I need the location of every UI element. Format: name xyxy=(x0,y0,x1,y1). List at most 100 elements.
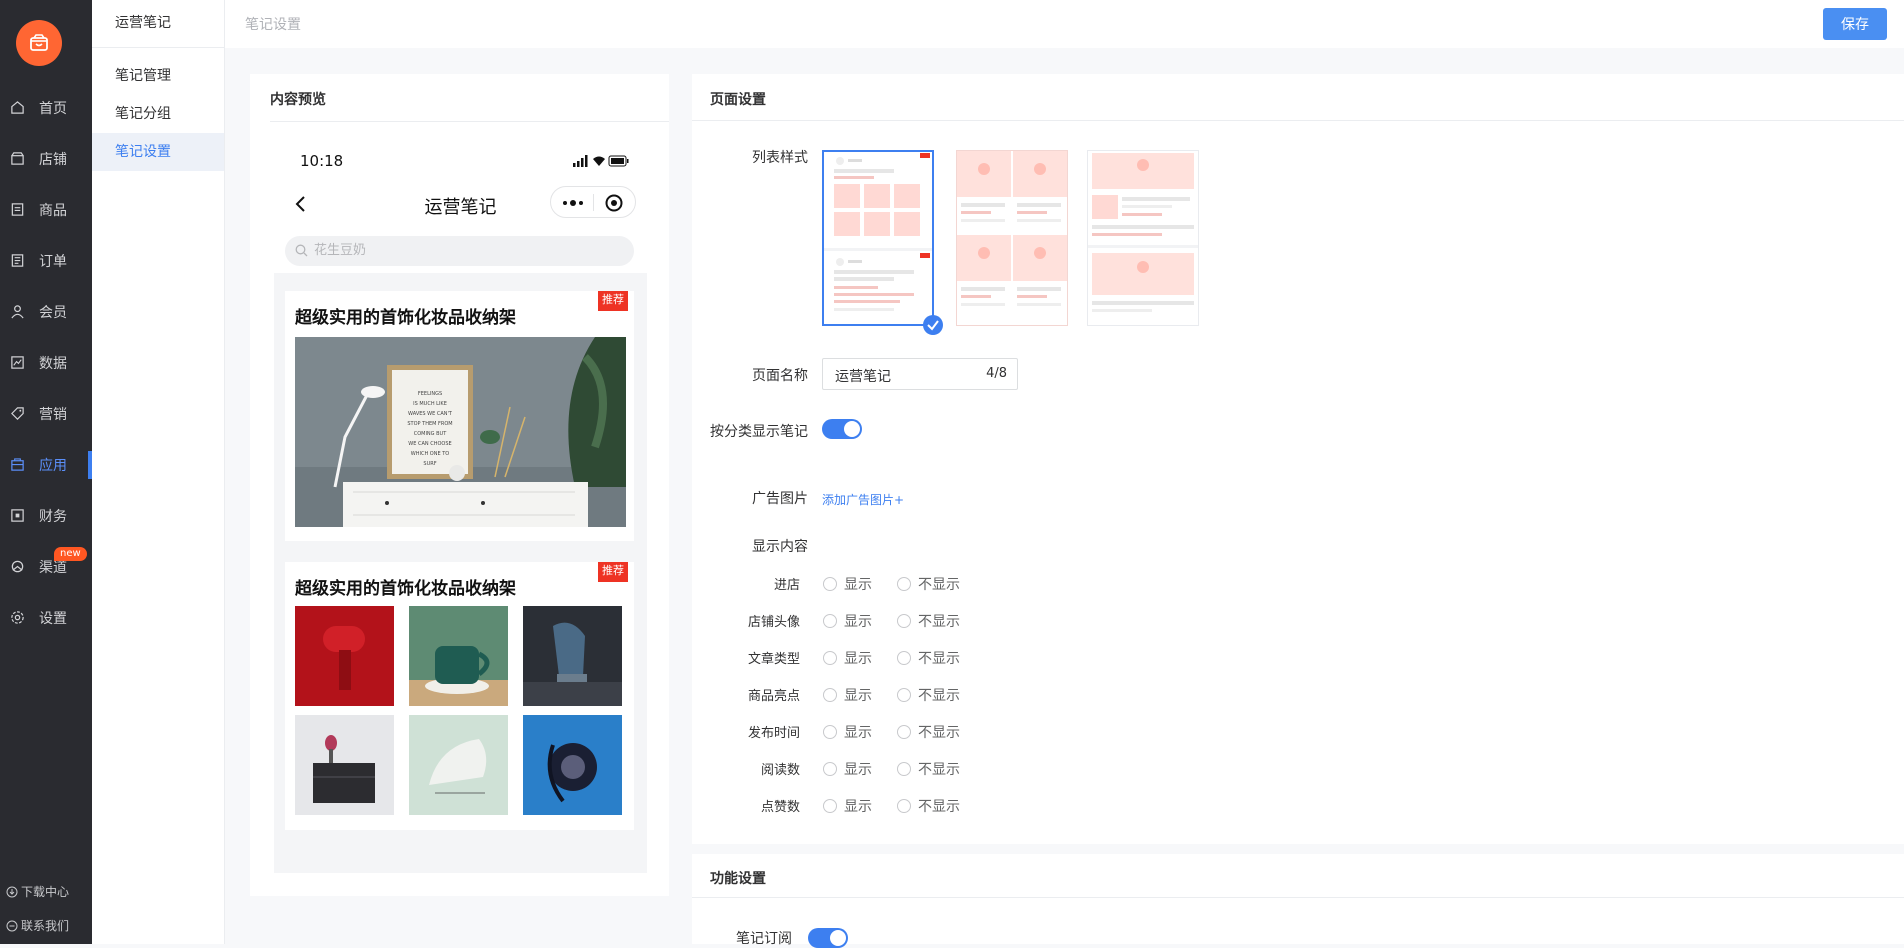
settings-icon xyxy=(11,611,24,624)
enter-store-show-radio[interactable]: 显示 xyxy=(823,574,872,594)
sidebar-item-label: 首页 xyxy=(39,100,67,117)
svg-text:WHICH ONE TO: WHICH ONE TO xyxy=(411,451,449,457)
sidebar-item-label: 店铺 xyxy=(39,151,67,168)
selected-check-icon xyxy=(923,315,943,335)
search-placeholder: 花生豆奶 xyxy=(314,243,367,258)
sidebar-item-label: 营销 xyxy=(39,406,67,423)
display-row-read-count: 阅读数 xyxy=(760,763,800,778)
product-hairdryer-image xyxy=(295,606,394,706)
shop-bag-icon[interactable] xyxy=(16,20,62,66)
svg-text:WAVES WE CAN'T: WAVES WE CAN'T xyxy=(408,411,453,417)
page-name-label: 页面名称 xyxy=(752,368,808,384)
new-badge: new xyxy=(54,547,87,561)
capsule-menu[interactable] xyxy=(550,186,636,218)
search-icon xyxy=(295,244,308,257)
member-icon xyxy=(11,305,24,319)
sub-nav: 运营笔记 笔记管理 笔记分组 笔记设置 xyxy=(92,0,225,944)
read-count-hide-radio[interactable]: 不显示 xyxy=(897,759,960,779)
sub-nav-note-settings[interactable]: 笔记设置 xyxy=(92,133,224,171)
recommend-tag: 推荐 xyxy=(598,562,628,582)
preview-title: 内容预览 xyxy=(270,92,326,108)
sidebar-item-home[interactable]: 首页 xyxy=(0,82,92,133)
display-row-product-highlight: 商品亮点 xyxy=(747,689,800,704)
finance-icon xyxy=(11,509,24,522)
product-cabinet-image xyxy=(295,715,394,815)
article-type-hide-radio[interactable]: 不显示 xyxy=(897,648,960,668)
function-settings-card: 功能设置 笔记订阅 xyxy=(692,854,1904,948)
status-time: 10:18 xyxy=(300,152,344,170)
page-name-input[interactable]: 运营笔记 4/8 xyxy=(822,358,1018,390)
data-icon xyxy=(11,356,24,369)
display-row-like-count: 点赞数 xyxy=(760,800,800,815)
post-cover-image: FEELINGS IS MUCH LIKE WAVES WE CAN'T STO… xyxy=(295,337,626,527)
product-highlight-show-radio[interactable]: 显示 xyxy=(823,685,872,705)
by-category-toggle[interactable] xyxy=(822,419,862,439)
sidebar-item-settings[interactable]: 设置 xyxy=(0,592,92,643)
svg-text:WE CAN CHOOSE: WE CAN CHOOSE xyxy=(408,441,451,447)
note-subscribe-toggle[interactable] xyxy=(808,928,848,948)
recommend-tag: 推荐 xyxy=(598,291,628,311)
svg-text:SURF: SURF xyxy=(423,461,436,467)
close-target-icon[interactable] xyxy=(605,194,623,212)
contact-us-link[interactable]: 联系我们 xyxy=(6,917,69,934)
publish-time-show-radio[interactable]: 显示 xyxy=(823,722,872,742)
phone-preview: 10:18 运营笔记 花生豆奶 超级实用的首饰化妆品收纳架 推荐 FEELING… xyxy=(274,143,647,873)
sidebar-item-goods[interactable]: 商品 xyxy=(0,184,92,235)
enter-store-hide-radio[interactable]: 不显示 xyxy=(897,574,960,594)
preview-search-input[interactable]: 花生豆奶 xyxy=(285,236,634,266)
product-highlight-hide-radio[interactable]: 不显示 xyxy=(897,685,960,705)
svg-text:FEELINGS: FEELINGS xyxy=(418,391,442,397)
page-name-counter: 4/8 xyxy=(986,366,1007,381)
preview-post-2: 超级实用的首饰化妆品收纳架 推荐 xyxy=(285,562,634,830)
like-count-hide-radio[interactable]: 不显示 xyxy=(897,796,960,816)
page-name-value: 运营笔记 xyxy=(835,369,891,385)
display-row-article-type: 文章类型 xyxy=(747,652,800,667)
list-style-label: 列表样式 xyxy=(752,150,808,166)
home-icon xyxy=(11,101,24,114)
sidebar-item-label: 财务 xyxy=(39,508,67,525)
save-button[interactable]: 保存 xyxy=(1823,8,1887,40)
download-center-link[interactable]: 下载中心 xyxy=(6,883,69,900)
apps-icon xyxy=(11,458,24,471)
store-avatar-hide-radio[interactable]: 不显示 xyxy=(897,611,960,631)
by-category-label: 按分类显示笔记 xyxy=(710,424,808,440)
sidebar-item-members[interactable]: 会员 xyxy=(0,286,92,337)
product-earphone-image xyxy=(523,715,622,815)
sidebar-item-channel[interactable]: 渠道 new xyxy=(0,541,92,592)
list-style-option-3[interactable] xyxy=(1087,150,1199,326)
marketing-icon xyxy=(11,407,24,420)
sidebar-item-label: 设置 xyxy=(39,610,67,627)
sidebar-item-orders[interactable]: 订单 xyxy=(0,235,92,286)
sidebar-item-apps[interactable]: 应用 xyxy=(0,439,92,490)
like-count-show-radio[interactable]: 显示 xyxy=(823,796,872,816)
add-ad-image-link[interactable]: 添加广告图片+ xyxy=(822,491,904,508)
sidebar-item-label: 商品 xyxy=(39,202,67,219)
sidebar-item-label: 会员 xyxy=(39,304,67,321)
sub-nav-title: 运营笔记 xyxy=(92,0,224,48)
phone-header: 10:18 运营笔记 花生豆奶 xyxy=(274,143,647,273)
sub-nav-note-groups[interactable]: 笔记分组 xyxy=(92,95,224,133)
product-lounger-image xyxy=(409,715,508,815)
sidebar-item-marketing[interactable]: 营销 xyxy=(0,388,92,439)
product-chair-image xyxy=(523,606,622,706)
store-avatar-show-radio[interactable]: 显示 xyxy=(823,611,872,631)
store-icon xyxy=(11,152,24,165)
sidebar-item-data[interactable]: 数据 xyxy=(0,337,92,388)
read-count-show-radio[interactable]: 显示 xyxy=(823,759,872,779)
display-content-label: 显示内容 xyxy=(752,539,808,555)
svg-text:IS MUCH LIKE: IS MUCH LIKE xyxy=(413,401,447,407)
list-style-option-1[interactable] xyxy=(822,150,943,335)
sidebar-item-label: 应用 xyxy=(39,457,67,474)
sidebar-nav: 首页 店铺 商品 订单 会员 数据 营销 应用 财务 渠道 new 设置 xyxy=(0,82,92,643)
list-style-option-2[interactable] xyxy=(956,150,1068,326)
more-icon[interactable] xyxy=(562,200,584,206)
display-row-enter-store: 进店 xyxy=(773,578,800,593)
sidebar-item-finance[interactable]: 财务 xyxy=(0,490,92,541)
publish-time-hide-radio[interactable]: 不显示 xyxy=(897,722,960,742)
preview-post-1: 超级实用的首饰化妆品收纳架 推荐 FEELINGS IS MUCH LIKE W… xyxy=(285,291,634,541)
channel-icon xyxy=(11,560,24,573)
breadcrumb: 笔记设置 xyxy=(245,17,301,33)
sub-nav-note-management[interactable]: 笔记管理 xyxy=(92,57,224,95)
article-type-show-radio[interactable]: 显示 xyxy=(823,648,872,668)
sidebar-item-store[interactable]: 店铺 xyxy=(0,133,92,184)
